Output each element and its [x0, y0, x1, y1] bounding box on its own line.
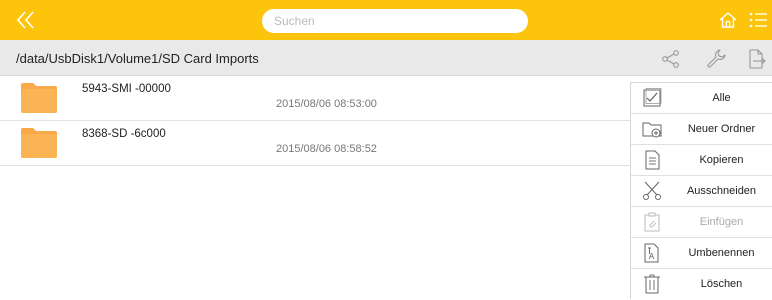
menu-item-delete[interactable]: Löschen [631, 269, 772, 300]
search-input[interactable] [262, 9, 528, 33]
menu-item-cut[interactable]: Ausschneiden [631, 176, 772, 207]
menu-item-rename[interactable]: A Umbenennen [631, 238, 772, 269]
file-name: 5943-SMI -00000 [82, 83, 171, 95]
rename-icon: A [642, 243, 662, 263]
menu-item-label: Ausschneiden [686, 185, 757, 197]
file-list: 5943-SMI -00000 2015/08/06 08:53:00 8368… [0, 76, 630, 166]
menu-item-label: Einfügen [699, 216, 744, 228]
top-bar [0, 0, 772, 40]
paste-icon [642, 212, 662, 232]
copy-icon [642, 150, 662, 170]
menu-item-label: Umbenennen [688, 247, 755, 259]
new-folder-icon [642, 119, 662, 139]
tools-popup-menu: Alle Neuer Ordner Kopieren Ausschneiden … [630, 82, 772, 299]
menu-item-copy[interactable]: Kopieren [631, 145, 772, 176]
menu-item-label: Neuer Ordner [687, 123, 756, 135]
file-row[interactable]: 8368-SD -6c000 2015/08/06 08:58:52 [0, 121, 630, 166]
file-date: 2015/08/06 08:58:52 [276, 143, 377, 155]
select-all-icon [642, 88, 662, 108]
wrench-icon[interactable] [705, 48, 727, 70]
folder-icon [20, 82, 58, 114]
trash-icon [642, 274, 662, 294]
scissors-icon [642, 181, 662, 201]
menu-item-label: Kopieren [699, 154, 744, 166]
menu-item-label: Löschen [700, 278, 743, 290]
menu-item-label: Alle [712, 92, 731, 104]
file-row[interactable]: 5943-SMI -00000 2015/08/06 08:53:00 [0, 76, 630, 121]
file-date: 2015/08/06 08:53:00 [276, 98, 377, 110]
current-path: /data/UsbDisk1/Volume1/SD Card Imports [16, 51, 259, 66]
menu-item-paste[interactable]: Einfügen [631, 207, 772, 238]
share-icon[interactable] [660, 48, 682, 70]
menu-item-select-all[interactable]: Alle [631, 83, 772, 114]
home-icon[interactable] [718, 10, 738, 30]
folder-icon [20, 127, 58, 159]
export-icon[interactable] [745, 48, 767, 70]
file-name: 8368-SD -6c000 [82, 128, 166, 140]
path-bar: /data/UsbDisk1/Volume1/SD Card Imports [0, 40, 772, 76]
menu-item-new-folder[interactable]: Neuer Ordner [631, 114, 772, 145]
list-menu-icon[interactable] [748, 11, 768, 29]
double-chevron-left-icon[interactable] [12, 6, 40, 34]
